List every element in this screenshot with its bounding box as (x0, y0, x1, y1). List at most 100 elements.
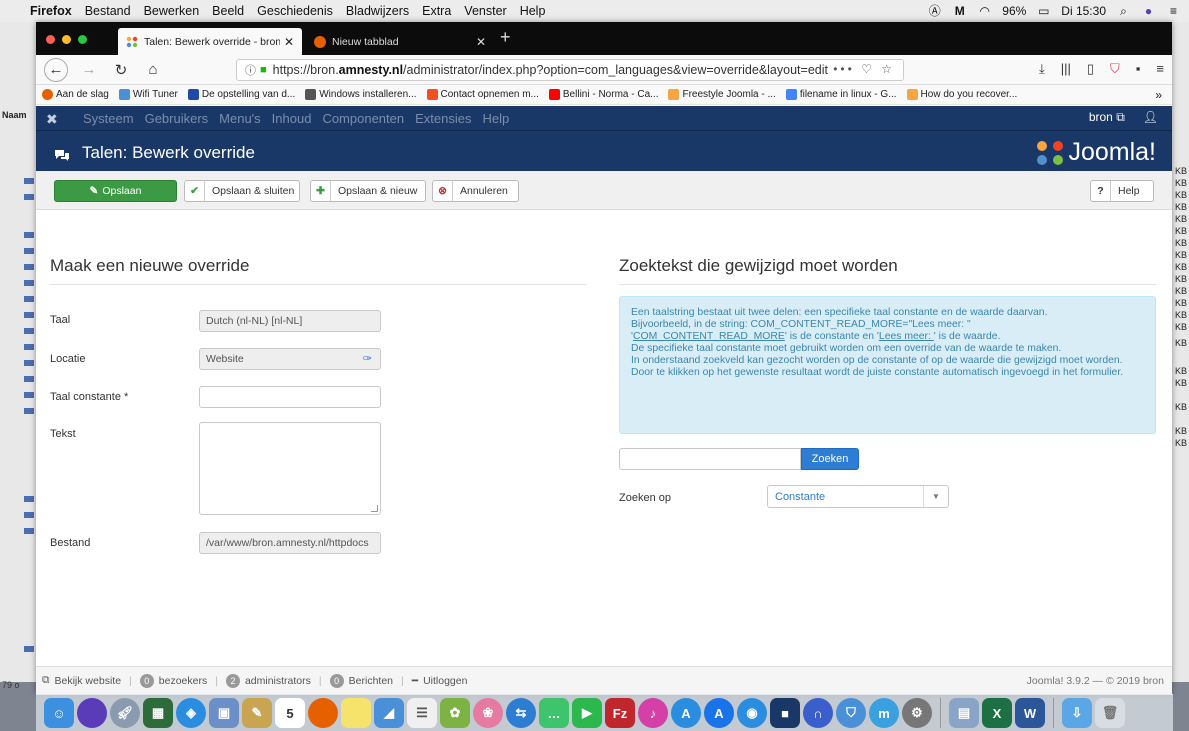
stickies-icon[interactable] (341, 698, 371, 728)
siri-icon[interactable]: ● (1141, 4, 1156, 19)
info-icon[interactable]: ⓘ (245, 62, 256, 78)
admins-label[interactable]: administrators (245, 675, 311, 687)
back-icon[interactable]: ← (44, 57, 68, 82)
tab-nieuw-tabblad[interactable]: Nieuw tabblad ✕ (306, 28, 494, 55)
close-window-icon[interactable] (46, 35, 55, 44)
bookmark-item[interactable]: Contact opnemen m... (426, 89, 539, 100)
system-preferences-icon[interactable]: ⚙ (902, 698, 932, 728)
bookmark-item[interactable]: Wifi Tuner (118, 89, 178, 100)
zoom-window-icon[interactable] (78, 35, 87, 44)
siri-icon[interactable] (77, 698, 107, 728)
menu-extensies[interactable]: Extensies (415, 111, 471, 126)
bookmark-item[interactable]: De opstelling van d... (187, 89, 295, 100)
gmail-icon[interactable]: M (952, 4, 967, 19)
accessibility-icon[interactable]: Ⓐ (927, 4, 942, 19)
hamburger-menu-icon[interactable]: ≡ (1156, 61, 1164, 77)
menu-componenten[interactable]: Componenten (322, 111, 404, 126)
menu-bewerken[interactable]: Bewerken (144, 4, 200, 18)
site-link[interactable]: bron ⧉ (1089, 110, 1125, 125)
downloads-icon[interactable]: ⤓ (1039, 61, 1045, 77)
new-tab-icon[interactable]: + (500, 27, 511, 48)
menubar-clock[interactable]: Di 15:30 (1061, 4, 1106, 18)
bookmark-item[interactable]: filename in linux - G... (785, 89, 897, 100)
bookmark-item[interactable]: Aan de slag (42, 89, 109, 100)
preview-document-icon[interactable]: ▤ (949, 698, 979, 728)
vpn-icon[interactable]: ∩ (803, 698, 833, 728)
extension-icon[interactable]: ▪ (1136, 61, 1141, 77)
cancel-button[interactable]: ⊗ Annuleren (432, 180, 519, 202)
save-button[interactable]: ✎ Opslaan (54, 180, 177, 202)
menu-systeem[interactable]: Systeem (83, 111, 134, 126)
spotlight-icon[interactable]: ⌕ (1116, 4, 1131, 19)
excel-icon[interactable]: X (982, 698, 1012, 728)
reload-icon[interactable]: ↻ (110, 61, 132, 79)
scanner-icon[interactable]: ◢ (374, 698, 404, 728)
finder-icon[interactable]: ☺ (44, 698, 74, 728)
menu-inhoud[interactable]: Inhoud (272, 111, 312, 126)
menu-help[interactable]: Help (482, 111, 509, 126)
url-bar[interactable]: ⓘ ■ https://bron.amnesty.nl/administrato… (236, 59, 904, 81)
media-icon[interactable]: ■ (770, 698, 800, 728)
lock-icon[interactable]: ■ (260, 64, 267, 76)
bookmark-item[interactable]: Freestyle Joomla - ... (668, 89, 776, 100)
joomla-menu-icon[interactable]: ✖ (46, 111, 62, 127)
browser-icon[interactable]: ◉ (737, 698, 767, 728)
more-bookmarks-icon[interactable]: » (1155, 88, 1162, 102)
notification-center-icon[interactable]: ≡ (1166, 4, 1181, 19)
bookmark-item[interactable]: Windows installeren... (305, 89, 417, 100)
menu-firefox[interactable]: Firefox (30, 4, 72, 18)
close-tab-icon[interactable]: ✕ (284, 35, 294, 49)
launchpad-icon[interactable]: 🚀︎ (110, 698, 140, 728)
save-new-button[interactable]: ✚ Opslaan & nieuw (310, 180, 426, 202)
close-tab-icon[interactable]: ✕ (476, 35, 486, 49)
notes-icon[interactable]: ✎ (242, 698, 272, 728)
menu-gebruikers[interactable]: Gebruikers (145, 111, 209, 126)
menu-geschiedenis[interactable]: Geschiedenis (257, 4, 333, 18)
sidebar-icon[interactable]: ▯ (1087, 61, 1094, 77)
reminders-icon[interactable]: ☰ (407, 698, 437, 728)
app-store-2-icon[interactable]: A (704, 698, 734, 728)
wifi-icon[interactable]: ◠ (977, 4, 992, 19)
taal-field[interactable]: Dutch (nl-NL) [nl-NL] (199, 310, 381, 332)
locatie-field[interactable]: Website ✑ (199, 348, 381, 370)
moneymoney-icon[interactable]: m (869, 698, 899, 728)
preview-icon[interactable]: ▣ (209, 698, 239, 728)
search-input[interactable] (619, 448, 801, 470)
menu-bestand[interactable]: Bestand (85, 4, 131, 18)
filezilla-icon[interactable]: Fz (605, 698, 635, 728)
shield-app-icon[interactable]: ⛉ (836, 698, 866, 728)
search-button[interactable]: Zoeken (801, 448, 859, 470)
user-icon[interactable]: 👤︎ (1143, 110, 1158, 125)
menu-beeld[interactable]: Beeld (212, 4, 244, 18)
dashboard-icon[interactable]: ▦ (143, 698, 173, 728)
messages-icon[interactable]: … (539, 698, 569, 728)
bookmark-item[interactable]: How do you recover... (906, 89, 1017, 100)
logout-link[interactable]: Uitloggen (423, 675, 467, 687)
menu-extra[interactable]: Extra (422, 4, 451, 18)
minimize-window-icon[interactable] (62, 35, 71, 44)
tab-talen-bewerk-override[interactable]: Talen: Bewerk override - bron - ✕ (118, 28, 302, 55)
flower-app-icon[interactable]: ❀ (473, 698, 503, 728)
facetime-icon[interactable]: ▶ (572, 698, 602, 728)
menu-menus[interactable]: Menu's (219, 111, 261, 126)
downloads-folder-icon[interactable]: ⇩ (1062, 698, 1092, 728)
safari-icon[interactable]: ◈ (176, 698, 206, 728)
itunes-icon[interactable]: ♪ (638, 698, 668, 728)
app-store-icon[interactable]: A (671, 698, 701, 728)
zoeken-op-select[interactable]: Constante ▼ (767, 485, 949, 508)
bestand-field[interactable]: /var/www/bron.amnesty.nl/httpdocs (199, 532, 381, 554)
photos-icon[interactable]: ✿ (440, 698, 470, 728)
forward-icon[interactable]: → (78, 61, 100, 78)
save-close-button[interactable]: ✔ Opslaan & sluiten (184, 180, 300, 202)
menu-venster[interactable]: Venster (464, 4, 506, 18)
library-icon[interactable]: ||| (1061, 61, 1071, 77)
trash-icon[interactable]: 🗑︎ (1095, 698, 1125, 728)
messages-label[interactable]: Berichten (349, 675, 393, 687)
word-icon[interactable]: W (1015, 698, 1045, 728)
pocket-icon[interactable]: ⛉ (1110, 61, 1120, 77)
bookmark-item[interactable]: Bellini - Norma - Ca... (548, 89, 658, 100)
taal-constante-input[interactable] (199, 386, 381, 408)
home-icon[interactable]: ⌂ (142, 61, 164, 78)
resize-handle-icon[interactable] (371, 505, 378, 512)
page-actions-icon[interactable]: ••• ♡ ☆ (833, 62, 895, 76)
